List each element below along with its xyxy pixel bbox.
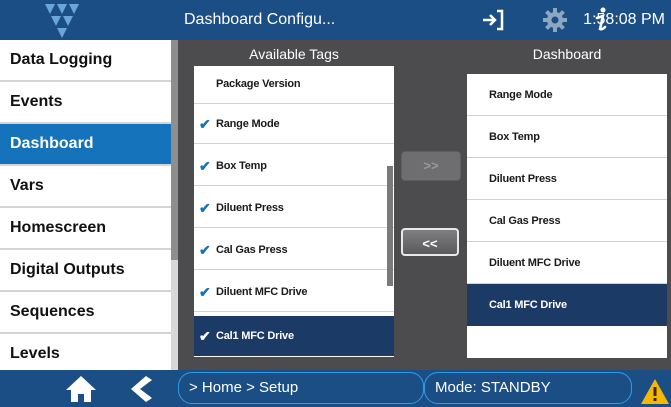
list-item-label: Diluent MFC Drive: [216, 286, 308, 298]
page-title: Dashboard Configu...: [184, 11, 336, 28]
breadcrumb[interactable]: > Home > Setup: [178, 372, 424, 404]
warning-icon[interactable]: [640, 377, 670, 405]
list-item-label: Diluent MFC Drive: [489, 257, 581, 269]
gear-icon[interactable]: [542, 7, 568, 33]
list-item-selected[interactable]: ✔ Cal1 MFC Drive: [194, 316, 394, 356]
list-item[interactable]: Cal Gas Press: [467, 200, 667, 242]
home-icon[interactable]: [64, 374, 98, 404]
dashboard-title: Dashboard: [532, 46, 602, 62]
list-item-label: Cal Gas Press: [216, 244, 288, 256]
list-item[interactable]: Package Version: [194, 66, 394, 104]
sidebar-item-levels[interactable]: Levels: [0, 334, 171, 370]
app-window: Dashboard Configu... 1:58:08 PM Data Log…: [0, 0, 671, 407]
available-tags-scrollbar[interactable]: [387, 166, 393, 286]
available-tags-list[interactable]: Package Version ✔ Range Mode ✔ Box Temp …: [194, 66, 394, 357]
list-item-label: Diluent Press: [216, 202, 284, 214]
list-item-label: Cal1 MFC Drive: [216, 330, 294, 342]
list-item-label: Cal Gas Press: [489, 215, 561, 227]
sidebar-item-sequences[interactable]: Sequences: [0, 292, 171, 332]
sidebar-item-events[interactable]: Events: [0, 82, 171, 122]
list-item[interactable]: ✔ Box Temp: [194, 146, 394, 186]
list-item[interactable]: Diluent Press: [467, 158, 667, 200]
sidebar: Data Logging Events Dashboard Vars Homes…: [0, 40, 178, 370]
checkmark-icon: ✔: [199, 328, 211, 344]
add-to-dashboard-button[interactable]: >>: [401, 151, 461, 181]
checkmark-icon: ✔: [199, 200, 211, 216]
sidebar-scrollbar-thumb[interactable]: [171, 40, 178, 260]
back-icon[interactable]: [128, 374, 154, 404]
list-item-selected[interactable]: Cal1 MFC Drive: [467, 284, 667, 326]
list-item-label: Range Mode: [489, 89, 553, 101]
sidebar-item-data-logging[interactable]: Data Logging: [0, 40, 171, 80]
checkmark-icon: ✔: [199, 242, 211, 258]
list-item[interactable]: ✔ Cal Gas Press: [194, 230, 394, 270]
clock: 1:58:08 PM: [583, 11, 665, 28]
list-item[interactable]: Box Temp: [467, 116, 667, 158]
list-item[interactable]: ✔ Diluent Press: [194, 188, 394, 228]
checkmark-icon: ✔: [199, 284, 211, 300]
list-item-label: Diluent Press: [489, 173, 557, 185]
sidebar-item-dashboard[interactable]: Dashboard: [0, 124, 171, 164]
list-item-label: Package Version: [216, 78, 301, 90]
sidebar-item-vars[interactable]: Vars: [0, 166, 171, 206]
list-item-label: Box Temp: [216, 160, 267, 172]
logo-icon: [0, 0, 178, 40]
checkmark-icon: ✔: [199, 158, 211, 174]
dashboard-list[interactable]: Range Mode Box Temp Diluent Press Cal Ga…: [467, 74, 667, 358]
mode-status: Mode: STANDBY: [424, 372, 632, 404]
list-item[interactable]: ✔ Diluent MFC Drive: [194, 272, 394, 312]
exit-icon[interactable]: [480, 7, 506, 33]
list-item[interactable]: Diluent MFC Drive: [467, 242, 667, 284]
list-item-label: Range Mode: [216, 118, 280, 130]
list-item[interactable]: ✔ Range Mode: [194, 104, 394, 144]
list-item-label: Cal1 MFC Drive: [489, 299, 567, 311]
sidebar-item-digital-outputs[interactable]: Digital Outputs: [0, 250, 171, 290]
checkmark-icon: ✔: [199, 116, 211, 132]
list-item-label: Box Temp: [489, 131, 540, 143]
available-tags-title: Available Tags: [249, 46, 339, 62]
remove-from-dashboard-button[interactable]: <<: [401, 228, 459, 256]
sidebar-item-homescreen[interactable]: Homescreen: [0, 208, 171, 248]
list-item[interactable]: Range Mode: [467, 74, 667, 116]
